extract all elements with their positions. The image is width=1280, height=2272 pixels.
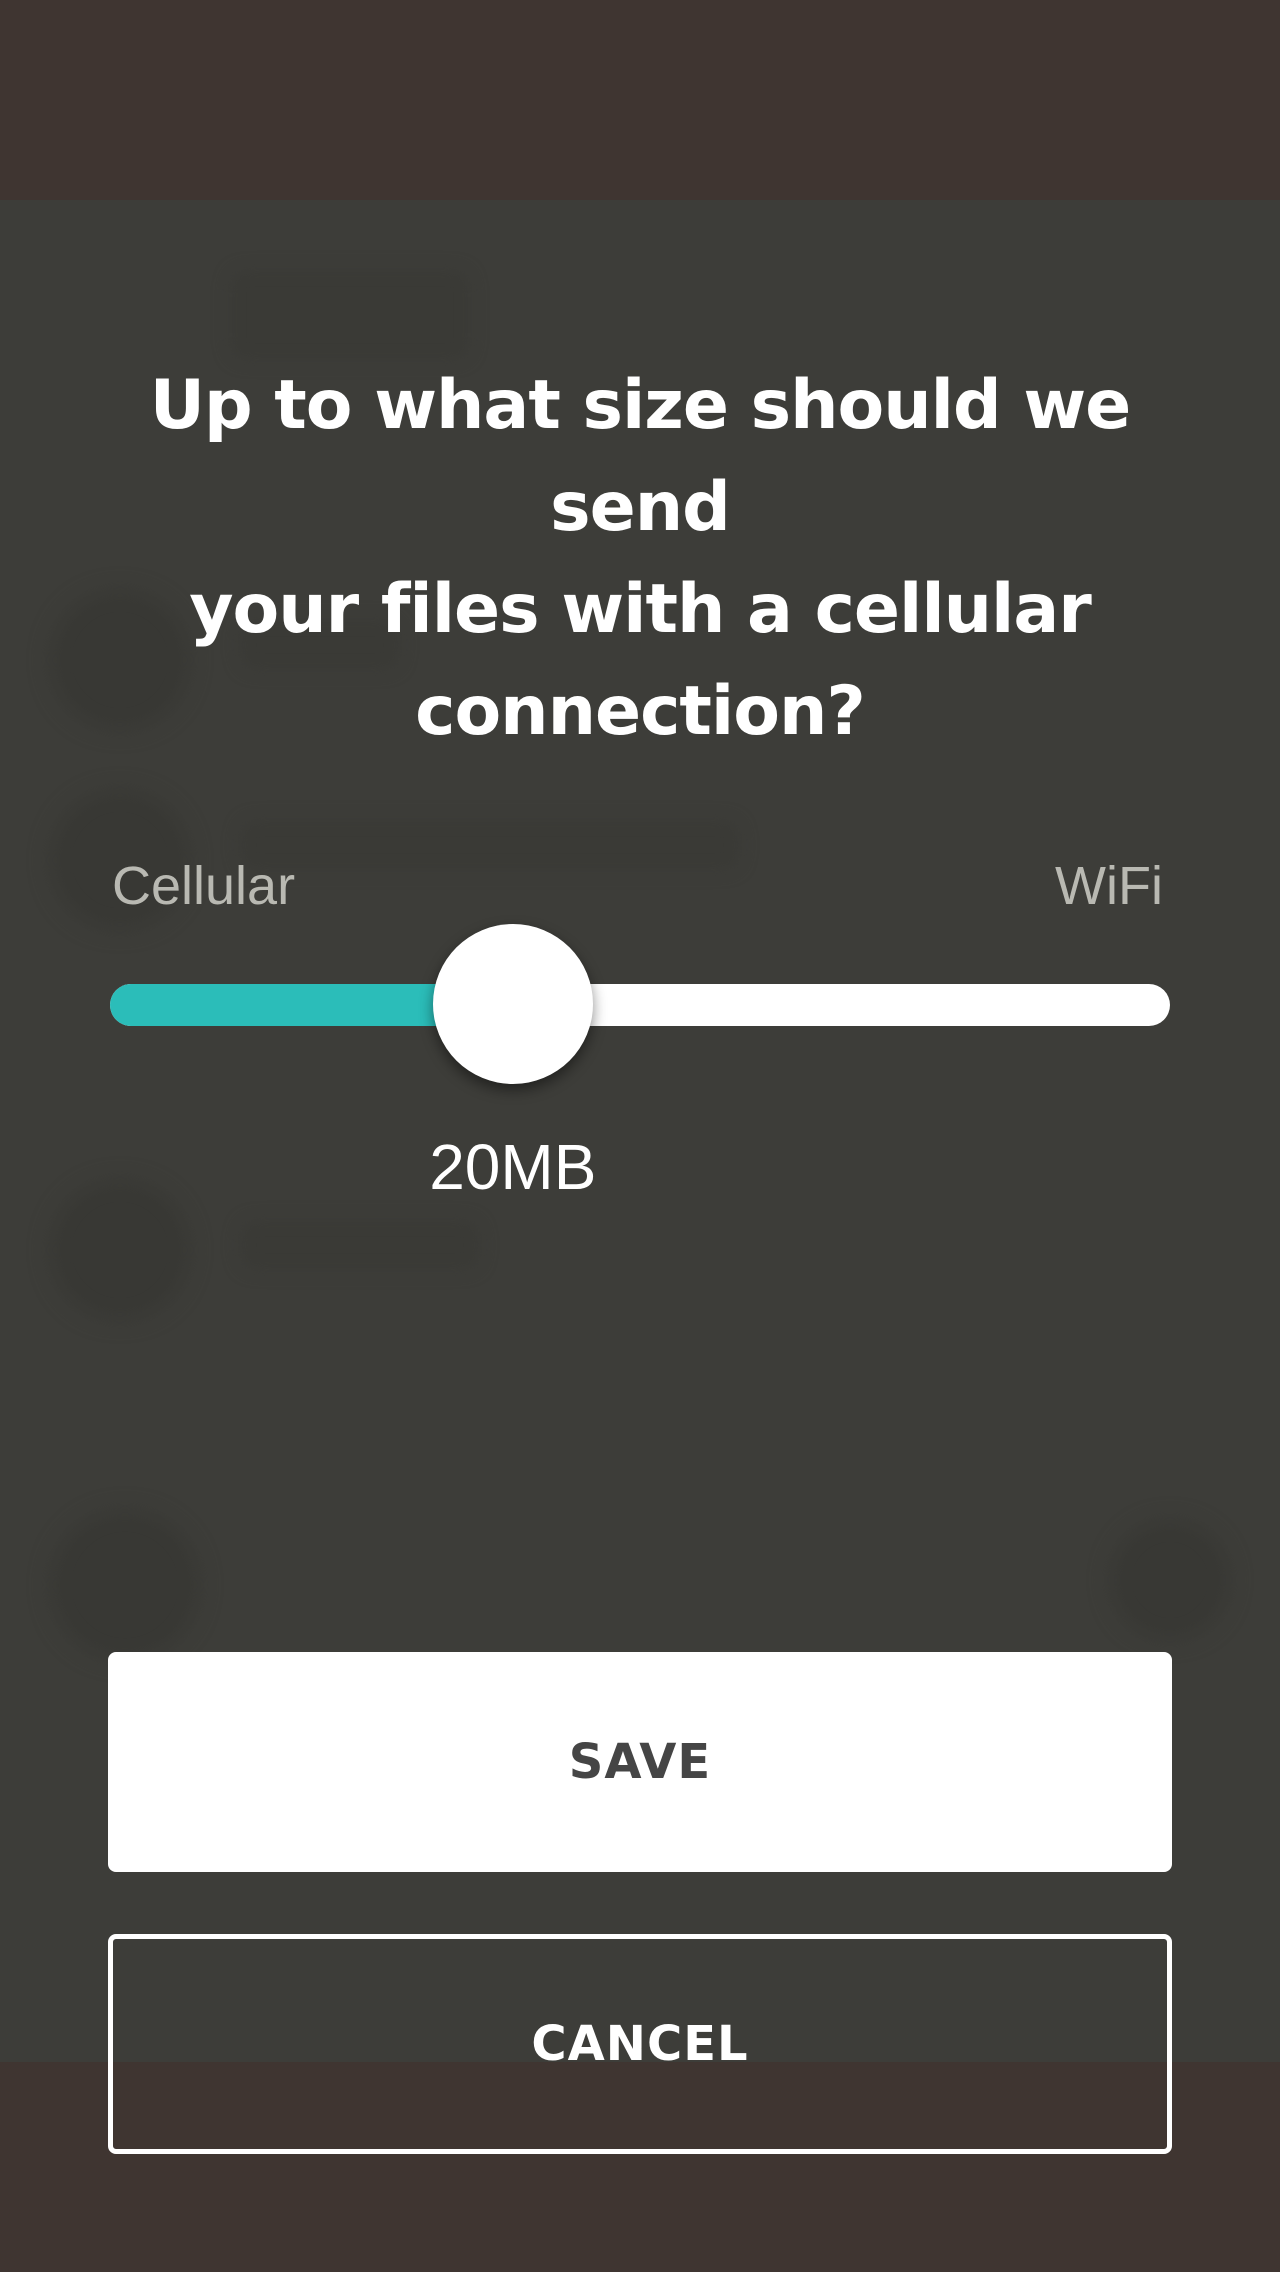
slider-value-label: 20MB [429,1131,597,1203]
slider-min-label: Cellular [112,856,296,916]
cancel-button[interactable]: CANCEL [108,1934,1172,2154]
save-button[interactable]: SAVE [108,1652,1172,1872]
dialog-title-line: connection? [415,672,866,751]
file-size-dialog: Up to what size should we send your file… [0,0,1280,2272]
dialog-title-line: Up to what size should we send [149,366,1132,547]
dialog-title-line: your files with a cellular [189,570,1092,649]
slider-max-label: WiFi [1055,856,1163,916]
dialog-title: Up to what size should we send your file… [60,355,1220,763]
cancel-button-label: CANCEL [531,2016,749,2072]
slider-thumb[interactable] [432,924,593,1084]
save-button-label: SAVE [568,1734,712,1790]
